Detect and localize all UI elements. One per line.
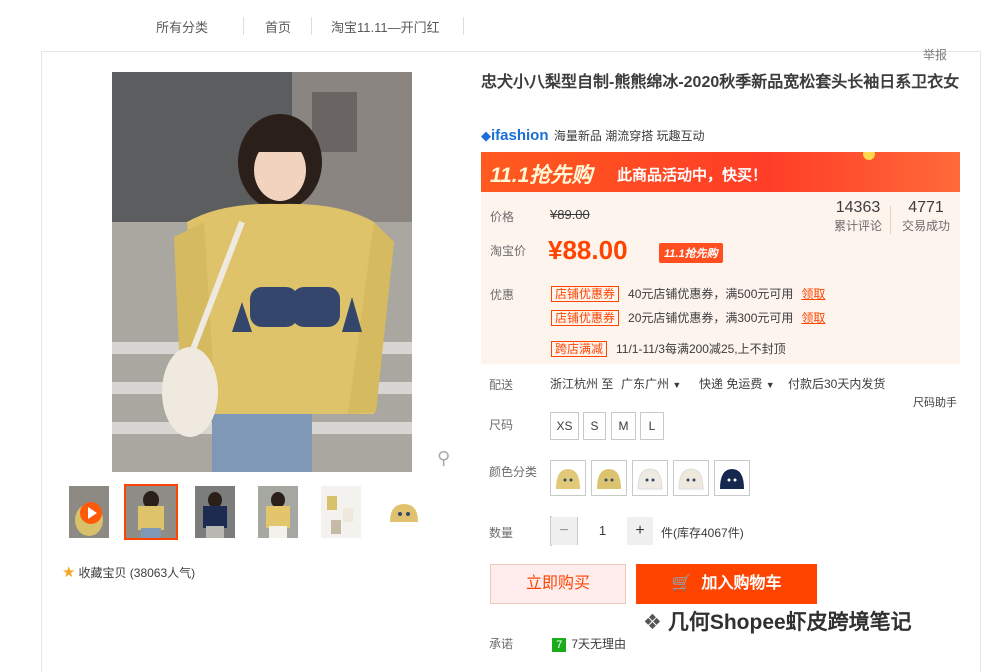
color-swatch-mustard[interactable] [591, 460, 627, 496]
size-option-s[interactable]: S [583, 412, 606, 440]
promise-label: 承诺 [489, 637, 514, 651]
color-label: 颜色分类 [489, 465, 538, 479]
stock-text: 件(库存4067件) [661, 526, 744, 540]
delivery-from: 浙江杭州 至 [550, 377, 614, 391]
size-label: 尺码 [489, 418, 514, 432]
current-price: ¥88.00 [548, 235, 628, 265]
banner-logo: 11.1抢先购 [490, 164, 593, 187]
stat-sales: 4771 交易成功 [901, 199, 950, 233]
nav-home[interactable]: 首页 [265, 17, 291, 36]
coupon-text: 40元店铺优惠券，满500元可用 [628, 287, 794, 301]
color-swatch-cream[interactable] [632, 460, 668, 496]
favorite-link[interactable]: ★ 收藏宝贝 (38063人气) [62, 563, 195, 581]
promo-banner: 11.1抢先购 此商品活动中，快买！ [481, 152, 960, 192]
claim-link[interactable]: 领取 [801, 311, 825, 325]
nav-divider [463, 17, 464, 35]
quantity-label: 数量 [489, 526, 514, 540]
nav-all-categories[interactable]: 所有分类 [156, 17, 208, 36]
report-link[interactable]: 举报 [923, 46, 947, 63]
delivery-to-select[interactable]: 广东广州 ▼ [621, 375, 681, 392]
nav-divider [311, 17, 312, 35]
caret-down-icon: ▼ [672, 380, 682, 390]
color-swatch-beige[interactable] [673, 460, 709, 496]
taobao-price-label: 淘宝价 [490, 244, 527, 258]
thumbnail-image[interactable] [384, 486, 424, 538]
color-swatch-navy[interactable] [714, 460, 750, 496]
nav-promo[interactable]: 淘宝11.11—开门红 [331, 17, 440, 36]
coupon-text: 20元店铺优惠券，满300元可用 [628, 311, 794, 325]
buy-now-button[interactable]: 立即购买 [490, 564, 626, 604]
brand-tags: 海量新品 潮流穿搭 玩趣互动 [553, 129, 705, 143]
shipping-select[interactable]: 快递 免运费 ▼ [699, 375, 775, 392]
seven-day-icon: 7 [552, 638, 567, 652]
cross-store-text: 11/1-11/3每满200减25,上不封顶 [616, 342, 786, 356]
claim-link[interactable]: 领取 [801, 287, 825, 301]
quantity-decrease-button[interactable]: − [551, 517, 577, 545]
thumbnail-image[interactable] [258, 486, 298, 538]
stat-divider [890, 206, 891, 234]
thumbnail-video[interactable] [69, 486, 109, 538]
brand-icon: ◆ [481, 128, 491, 143]
caret-down-icon: ▼ [765, 380, 775, 390]
product-main-image[interactable] [112, 72, 412, 472]
thumbnail-image[interactable] [195, 486, 235, 538]
size-helper-link[interactable]: 尺码助手 [913, 394, 957, 410]
coupon-row: 店铺优惠券 20元店铺优惠券，满300元可用 领取 [551, 309, 825, 326]
top-nav: 所有分类 首页 淘宝11.11—开门红 [0, 0, 982, 50]
price-label: 价格 [490, 210, 515, 224]
price-box: 价格 ¥89.00 淘宝价 ¥88.00 11.1抢先购 14363 累计评论 4… [481, 192, 960, 272]
thumbnail-selected[interactable] [124, 484, 178, 540]
cross-store-tag: 跨店满减 [551, 341, 608, 357]
size-option-m[interactable]: M [611, 412, 636, 440]
product-title: 忠犬小八梨型自制-熊熊绵冰-2020秋季新品宽松套头长袖日系卫衣女 [481, 74, 960, 91]
stat-reviews[interactable]: 14363 累计评论 [826, 199, 890, 234]
original-price: ¥89.00 [550, 207, 590, 222]
delivery-label: 配送 [489, 378, 514, 392]
price-badge: 11.1抢先购 [659, 243, 723, 263]
quantity-input[interactable]: 1 [577, 517, 628, 545]
ifashion-logo[interactable]: ◆ifashion [481, 127, 549, 144]
zoom-icon[interactable]: ⚲ [437, 448, 450, 469]
wechat-icon: ❖ [643, 611, 662, 634]
coupon-tag: 店铺优惠券 [551, 286, 620, 302]
delivery-time: 付款后30天内发货 [788, 377, 886, 391]
promo-box: 优惠 店铺优惠券 40元店铺优惠券，满500元可用 领取 店铺优惠券 20元店铺优惠券… [481, 272, 960, 364]
cart-icon: 🛒 [671, 575, 692, 592]
watermark: ❖ 几何Shopee虾皮跨境笔记 [643, 611, 912, 634]
add-to-cart-button[interactable]: 🛒 加入购物车 [636, 564, 817, 604]
thumbnail-image[interactable] [321, 486, 361, 538]
nav-divider [243, 17, 244, 35]
coupon-tag: 店铺优惠券 [551, 310, 620, 326]
favorite-text: 收藏宝贝 (38063人气) [78, 566, 196, 580]
quantity-stepper: − 1 + [550, 516, 653, 546]
promo-label: 优惠 [490, 288, 515, 302]
coupon-row: 店铺优惠券 40元店铺优惠券，满500元可用 领取 [551, 285, 825, 302]
quantity-increase-button[interactable]: + [627, 517, 653, 545]
banner-text: 此商品活动中，快买！ [617, 167, 768, 184]
brand-row: ◆ifashion 海量新品 潮流穿搭 玩趣互动 [481, 127, 705, 144]
promise-row: 承诺 7 7天无理由 [489, 635, 626, 652]
star-icon: ★ [62, 564, 76, 581]
promise-text[interactable]: 7天无理由 [571, 637, 626, 651]
color-swatch-yellow[interactable] [550, 460, 586, 496]
cross-store-row: 跨店满减 11/1-11/3每满200减25,上不封顶 [551, 340, 786, 357]
sparkle-icon [863, 152, 875, 160]
size-option-l[interactable]: L [640, 412, 664, 440]
size-option-xs[interactable]: XS [550, 412, 579, 440]
